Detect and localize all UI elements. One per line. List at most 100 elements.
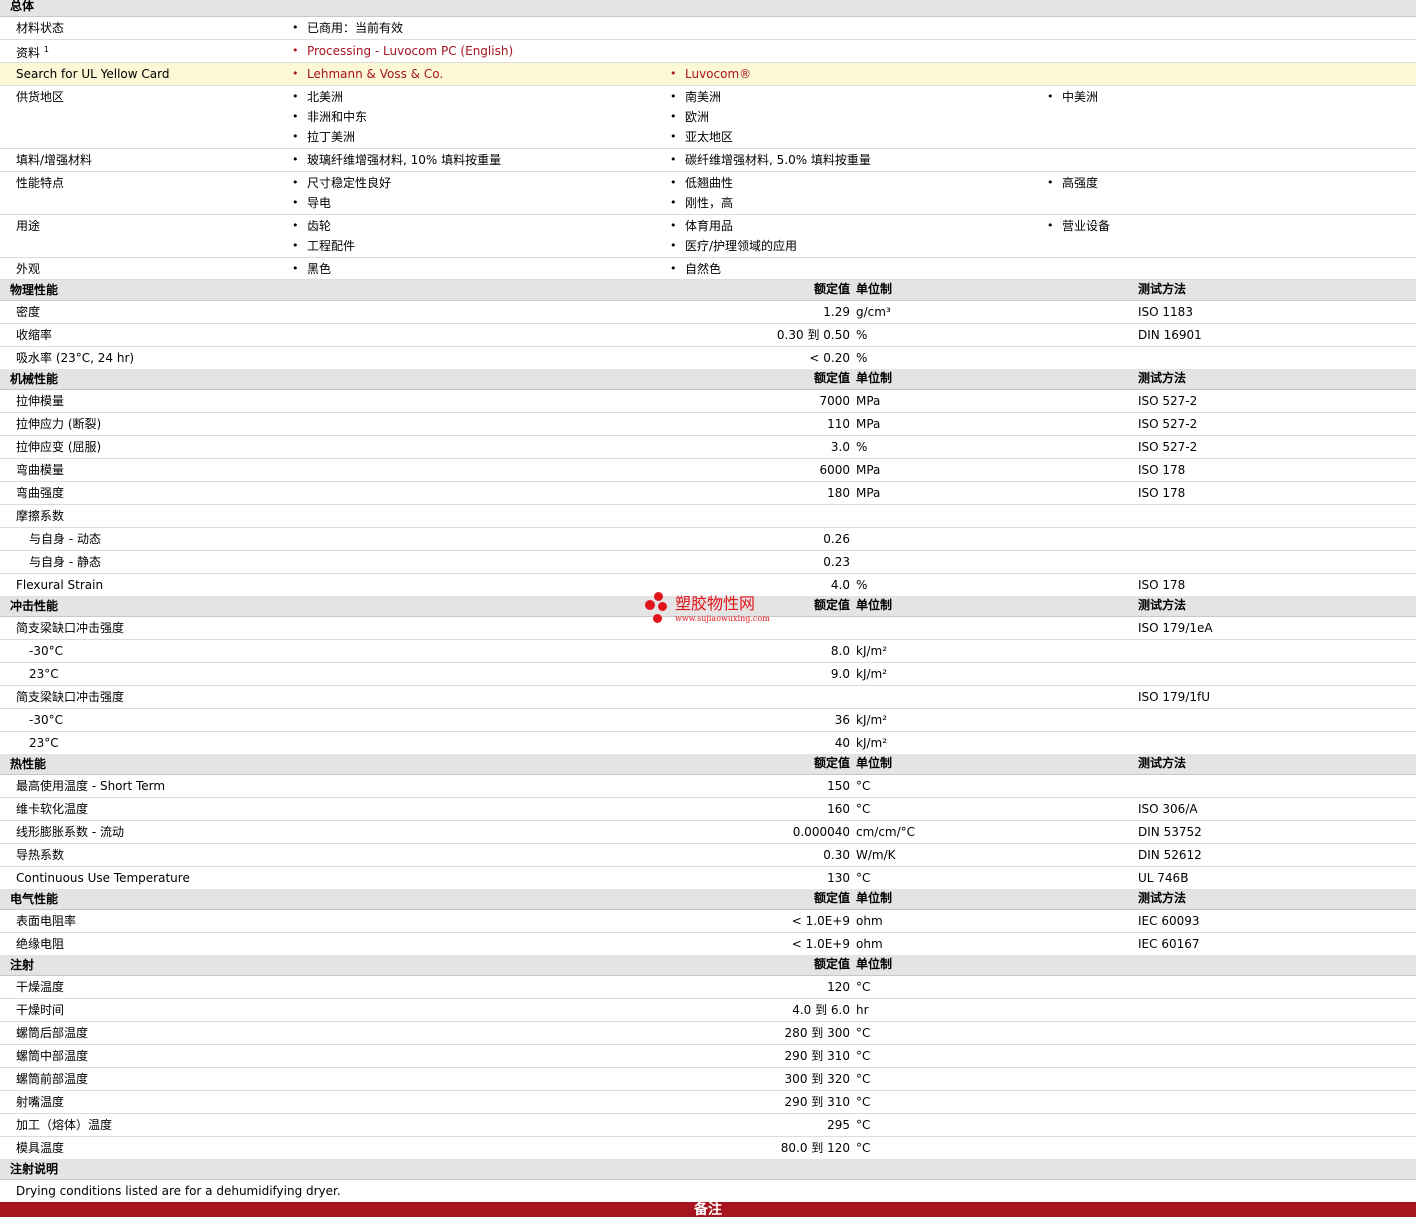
table-row: 拉伸模量 7000 MPa ISO 527-2 (0, 390, 1416, 413)
notes-footer-bar: 备注 (0, 1202, 1416, 1217)
table-row: 与自身 - 动态 0.26 (0, 528, 1416, 551)
test-method: ISO 178 (1138, 463, 1186, 477)
test-method: DIN 16901 (1138, 328, 1202, 342)
table-row: 拉伸应力 (断裂) 110 MPa ISO 527-2 (0, 413, 1416, 436)
section-injection-header: 注射 额定值 单位制 (0, 955, 1416, 976)
property-label: 射嘴温度 (16, 1095, 65, 1109)
list-item: 刚性，高 (670, 193, 733, 213)
injection-note-row: Drying conditions listed are for a dehum… (0, 1180, 1416, 1202)
property-unit: W/m/K (856, 848, 896, 862)
property-unit: MPa (856, 463, 881, 477)
property-unit: cm/cm/°C (856, 825, 916, 839)
table-row: 23°C 40 kJ/m² (0, 732, 1416, 755)
property-value: 6000 (819, 463, 850, 477)
property-value: 9.0 (830, 667, 850, 681)
table-row: 射嘴温度 290 到 310 °C (0, 1091, 1416, 1114)
table-row: 简支梁缺口冲击强度 ISO 179/1fU (0, 686, 1416, 709)
property-label: -30°C (29, 644, 63, 658)
watermark-dot (645, 600, 655, 610)
list-item: 非洲和中东 (292, 107, 367, 127)
property-unit: °C (856, 1095, 871, 1109)
test-method: UL 746B (1138, 871, 1189, 885)
ul-search-label: Search for UL Yellow Card (16, 67, 170, 81)
section-thermal-header: 热性能 额定值 单位制 测试方法 (0, 754, 1416, 775)
property-unit: MPa (856, 486, 881, 500)
table-row: 绝缘电阻 < 1.0E+9 ohm IEC 60167 (0, 933, 1416, 956)
section-title: 热性能 (10, 757, 47, 771)
property-unit: kJ/m² (856, 667, 888, 681)
test-method: ISO 527-2 (1138, 394, 1198, 408)
property-value: 8.0 (830, 644, 850, 658)
property-label: 摩擦系数 (16, 509, 65, 523)
property-unit: °C (856, 1118, 871, 1132)
property-label: 与自身 - 动态 (29, 532, 101, 546)
property-value: 180 (827, 486, 850, 500)
property-label: 模具温度 (16, 1141, 65, 1155)
ul-link-lehmann[interactable]: Lehmann & Voss & Co. (292, 64, 443, 84)
section-injection-notes-header: 注射说明 (0, 1159, 1416, 1180)
section-physical-header: 物理性能 额定值 单位制 测试方法 (0, 280, 1416, 301)
property-unit: MPa (856, 394, 881, 408)
list-item: 尺寸稳定性良好 (292, 173, 391, 193)
list-item: 欧洲 (670, 107, 709, 127)
list-item: 黑色 (292, 259, 331, 279)
table-row: 线形膨胀系数 - 流动 0.000040 cm/cm/°C DIN 53752 (0, 821, 1416, 844)
list-item: 工程配件 (292, 236, 355, 256)
property-label: 23°C (29, 667, 59, 681)
table-row: 模具温度 80.0 到 120 °C (0, 1137, 1416, 1160)
section-general-header: 总体 (0, 0, 1416, 17)
property-label: Continuous Use Temperature (16, 871, 190, 885)
property-label: 收缩率 (16, 328, 53, 342)
test-method: ISO 527-2 (1138, 440, 1198, 454)
property-label: 与自身 - 静态 (29, 555, 101, 569)
property-label: 弯曲强度 (16, 486, 65, 500)
table-row: 螺筒后部温度 280 到 300 °C (0, 1022, 1416, 1045)
property-label: 吸水率 (23°C, 24 hr) (16, 351, 135, 365)
list-item: 齿轮 (292, 216, 331, 236)
property-label: 最高使用温度 - Short Term (16, 779, 166, 793)
column-header-test: 测试方法 (1138, 282, 1187, 296)
column-header-test: 测试方法 (1138, 756, 1187, 770)
table-row: 维卡软化温度 160 °C ISO 306/A (0, 798, 1416, 821)
watermark-dot (658, 602, 667, 611)
column-header-value: 额定值 (813, 891, 850, 905)
row-documents: 资料 1 Processing - Luvocom PC (English) (0, 40, 1416, 63)
property-label: 导热系数 (16, 848, 65, 862)
property-value: 40 (834, 736, 850, 750)
property-label: 拉伸应力 (断裂) (16, 417, 102, 431)
column-header-unit: 单位制 (856, 598, 893, 612)
property-value: 300 到 320 (784, 1072, 850, 1086)
property-label: 螺筒中部温度 (16, 1049, 89, 1063)
table-row: 螺筒中部温度 290 到 310 °C (0, 1045, 1416, 1068)
table-row: 干燥时间 4.0 到 6.0 hr (0, 999, 1416, 1022)
table-row: 密度 1.29 g/cm³ ISO 1183 (0, 301, 1416, 324)
test-method: ISO 527-2 (1138, 417, 1198, 431)
column-header-value: 额定值 (813, 282, 850, 296)
section-title: 冲击性能 (10, 599, 59, 613)
row-supply-regions: 供货地区 北美洲 非洲和中东 拉丁美洲 南美洲 欧洲 亚太地区 中美洲 (0, 86, 1416, 149)
property-unit: hr (856, 1003, 869, 1017)
column-header-test: 测试方法 (1138, 598, 1187, 612)
section-title: 注射说明 (10, 1162, 59, 1176)
property-unit: °C (856, 980, 871, 994)
column-header-value: 额定值 (813, 957, 850, 971)
ul-link-luvocom[interactable]: Luvocom® (670, 64, 751, 84)
property-label: 干燥温度 (16, 980, 65, 994)
section-mechanical-header: 机械性能 额定值 单位制 测试方法 (0, 369, 1416, 390)
property-value: 160 (827, 802, 850, 816)
section-electrical-header: 电气性能 额定值 单位制 测试方法 (0, 889, 1416, 910)
table-row: 弯曲模量 6000 MPa ISO 178 (0, 459, 1416, 482)
table-row: 收缩率 0.30 到 0.50% DIN 16901 (0, 324, 1416, 347)
column-header-test: 测试方法 (1138, 371, 1187, 385)
property-value: 80.0 到 120 (780, 1141, 850, 1155)
row-label: 填料/增强材料 (16, 153, 93, 167)
table-row: 干燥温度 120 °C (0, 976, 1416, 999)
property-unit: ohm (856, 914, 883, 928)
row-label: 外观 (16, 262, 41, 276)
column-header-unit: 单位制 (856, 957, 893, 971)
list-item: 营业设备 (1047, 216, 1110, 236)
row-ul-yellow-card: Search for UL Yellow Card Lehmann & Voss… (0, 63, 1416, 86)
list-item: 医疗/护理领域的应用 (670, 236, 797, 256)
processing-doc-link[interactable]: Processing - Luvocom PC (English) (292, 41, 513, 61)
table-row: 摩擦系数 (0, 505, 1416, 528)
